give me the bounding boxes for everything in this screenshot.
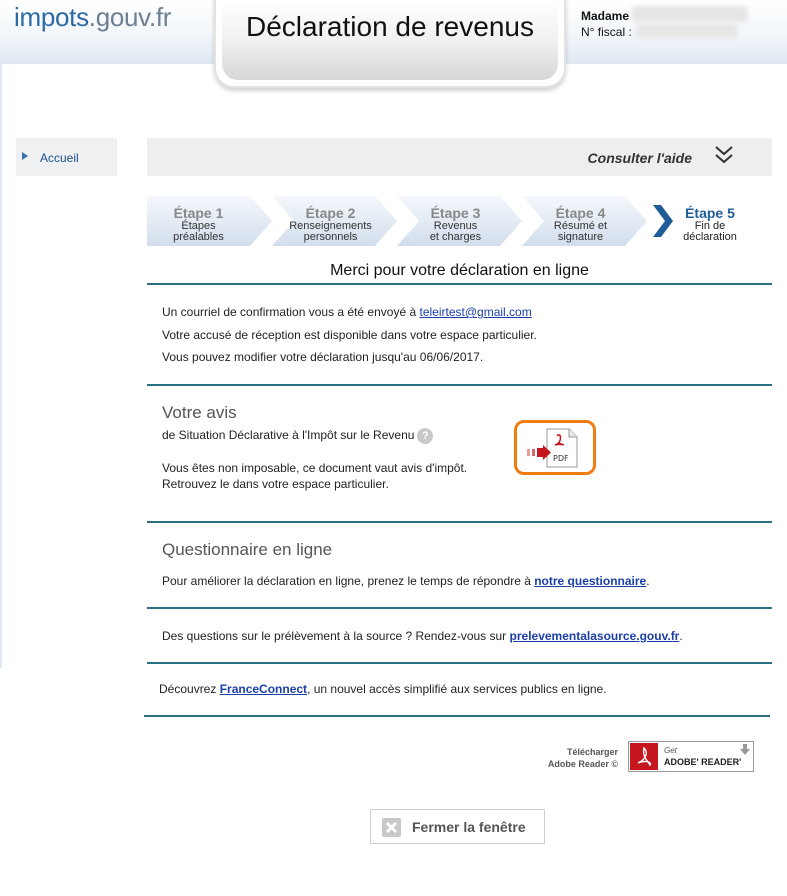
adobe-get-text: Get xyxy=(664,746,677,755)
user-title: Madame xyxy=(581,9,630,23)
email-link[interactable]: teleirtest@gmail.com xyxy=(419,305,531,319)
confirmation-text: Un courriel de confirmation vous a été e… xyxy=(162,305,420,319)
avis-line-1: Vous êtes non imposable, ce document vau… xyxy=(162,461,468,475)
questionnaire-heading: Questionnaire en ligne xyxy=(162,540,333,559)
pdf-download-button[interactable]: PDF xyxy=(514,420,596,475)
adobe-logo-icon xyxy=(630,743,658,770)
pdf-document-icon: PDF xyxy=(527,428,578,468)
adobe-reader-text: ADOBE' READER' xyxy=(664,757,742,767)
title-tab: Déclaration de revenus xyxy=(214,0,566,88)
site-logo[interactable]: impots.gouv.fr xyxy=(14,2,171,33)
step-2-sub-line2: personnels xyxy=(303,231,358,243)
divider xyxy=(147,384,772,386)
blurred-user-name xyxy=(632,6,748,22)
step-2-label: Étape 2 xyxy=(305,205,356,221)
confirmation-line: Un courriel de confirmation vous a été e… xyxy=(162,305,532,320)
close-window-button[interactable]: Fermer la fenêtre xyxy=(370,809,545,844)
franceconnect-text: Découvrez FranceConnect, un nouvel accès… xyxy=(159,682,607,696)
logo-part-impots: impots xyxy=(14,2,89,32)
avis-line-2: Retrouvez le dans votre espace particuli… xyxy=(162,477,389,491)
current-step-chevron-icon xyxy=(653,205,673,237)
page-title: Déclaration de revenus xyxy=(246,11,534,42)
step-5-label: Étape 5 xyxy=(685,205,735,221)
step-1-label: Étape 1 xyxy=(173,205,224,221)
step-5-sub-line2: déclaration xyxy=(683,231,737,243)
sidebar-arrow-icon xyxy=(22,152,28,160)
step-5: Étape 5 Fin de déclaration xyxy=(674,196,746,246)
pdf-icon-label: PDF xyxy=(553,454,569,463)
get-adobe-reader-button[interactable]: Get ADOBE' READER' xyxy=(628,741,754,772)
divider xyxy=(147,607,772,609)
franceconnect-link[interactable]: FranceConnect xyxy=(220,682,307,696)
blurred-fiscal-number xyxy=(636,24,738,38)
divider xyxy=(147,283,772,285)
prelevement-text: Des questions sur le prélèvement à la so… xyxy=(162,629,683,643)
page-left-rule xyxy=(0,64,2,668)
adobe-download-text: Télécharger Adobe Reader © xyxy=(547,747,618,769)
receipt-text: Votre accusé de réception est disponible… xyxy=(162,328,537,342)
fiscal-number-label: N° fiscal : xyxy=(581,25,632,39)
step-4-label: Étape 4 xyxy=(555,205,606,221)
avis-subtitle-line: de Situation Déclarative à l'Impôt sur l… xyxy=(162,428,434,444)
step-3-label: Étape 3 xyxy=(430,205,481,221)
avis-heading: Votre avis xyxy=(162,403,237,422)
user-info: Madame N° fiscal : xyxy=(581,8,632,40)
sidebar-item-accueil[interactable]: Accueil xyxy=(40,151,79,165)
divider xyxy=(144,715,770,717)
sidebar: Accueil xyxy=(16,138,117,176)
logo-part-gouv: .gouv.fr xyxy=(88,2,172,32)
help-question-icon[interactable]: ? xyxy=(417,428,434,444)
questionnaire-link[interactable]: notre questionnaire xyxy=(534,574,646,588)
step-4-sub-line2: signature xyxy=(557,231,604,243)
step-1-sub-line2: préalables xyxy=(173,231,224,243)
questionnaire-text: Pour améliorer la déclaration en ligne, … xyxy=(162,574,650,588)
close-window-label: Fermer la fenêtre xyxy=(412,819,526,835)
thanks-heading: Merci pour votre déclaration en ligne xyxy=(330,262,589,279)
help-bar[interactable]: Consulter l'aide xyxy=(147,138,772,176)
avis-subtitle: de Situation Déclarative à l'Impôt sur l… xyxy=(162,428,415,443)
step-1: Étape 1 Étapes préalables xyxy=(147,196,272,246)
step-3: Étape 3 Revenus et charges xyxy=(397,196,522,246)
divider xyxy=(147,521,772,523)
prelevement-link[interactable]: prelevementalasource.gouv.fr xyxy=(510,629,680,643)
step-2: Étape 2 Renseignements personnels xyxy=(272,196,397,246)
step-4: Étape 4 Résumé et signature xyxy=(522,196,647,246)
step-3-sub-line2: et charges xyxy=(429,231,482,243)
modify-deadline-text: Vous pouvez modifier votre déclaration j… xyxy=(162,350,484,364)
download-arrow-icon xyxy=(740,744,750,755)
divider xyxy=(147,662,772,664)
double-chevron-down-icon[interactable] xyxy=(714,144,734,166)
help-link[interactable]: Consulter l'aide xyxy=(588,150,692,166)
close-icon xyxy=(382,818,401,837)
